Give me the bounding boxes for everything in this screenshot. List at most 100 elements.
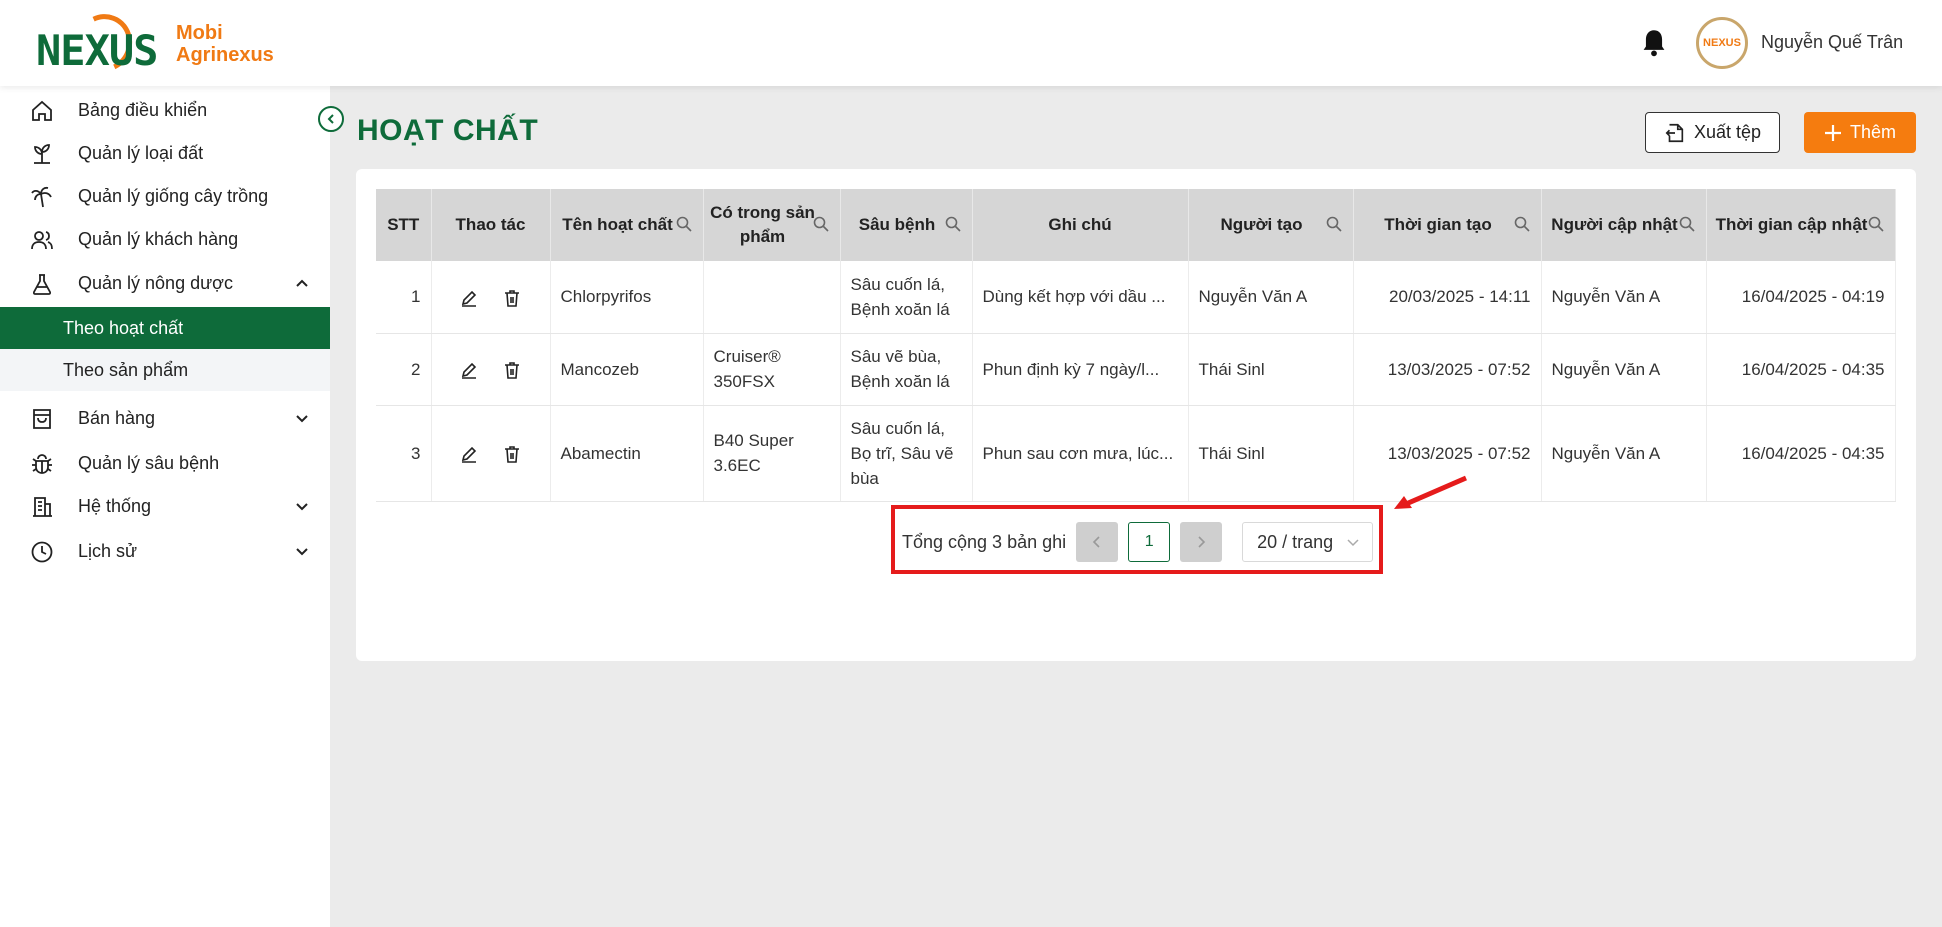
sidebar-item-pests[interactable]: Quản lý sâu bệnh	[0, 443, 330, 483]
cell-updated: 16/04/2025 - 04:19	[1706, 261, 1896, 334]
sidebar-item-label: Quản lý khách hàng	[78, 228, 239, 249]
user-name[interactable]: Nguyễn Quế Trân	[1761, 32, 1903, 53]
cell-updated: 16/04/2025 - 04:35	[1706, 405, 1896, 502]
bell-icon[interactable]	[1640, 28, 1668, 58]
column-header: Tên hoạt chất	[550, 189, 704, 261]
avatar[interactable]: NEXUS	[1696, 17, 1748, 69]
annotation-arrow-icon	[1394, 475, 1467, 509]
search-icon[interactable]	[1678, 215, 1696, 233]
cell-product: B40 Super 3.6EC	[703, 405, 841, 502]
search-icon[interactable]	[1867, 215, 1885, 233]
sidebar-subitem-active-ingredient[interactable]: Theo hoạt chất	[0, 307, 330, 349]
cell-name: Chlorpyrifos	[550, 261, 704, 334]
sidebar-collapse-button[interactable]	[318, 106, 344, 132]
sidebar-item-label: Bán hàng	[78, 407, 156, 428]
sidebar-item-system[interactable]: Hệ thống	[0, 486, 330, 526]
cell-stt: 1	[376, 261, 432, 334]
sidebar-subitem-label: Theo sản phẩm	[63, 359, 189, 380]
cell-pest: Sâu vẽ bùa, Bệnh xoăn lá	[840, 333, 973, 406]
sidebar-subitem-product[interactable]: Theo sản phẩm	[0, 349, 330, 391]
sidebar-item-pesticides[interactable]: Quản lý nông dược	[0, 263, 330, 303]
column-header: Thao tác	[431, 189, 551, 261]
chevron-down-icon	[296, 415, 308, 423]
column-header: STT	[376, 189, 432, 261]
edit-icon[interactable]	[459, 288, 479, 308]
edit-icon[interactable]	[459, 360, 479, 380]
cell-product: Cruiser® 350FSX	[703, 333, 841, 406]
cell-created: 13/03/2025 - 07:52	[1353, 333, 1542, 406]
cell-updater: Nguyễn Văn A	[1541, 333, 1707, 406]
sidebar-item-sales[interactable]: Bán hàng	[0, 398, 330, 438]
search-icon[interactable]	[944, 215, 962, 233]
palm-icon	[31, 186, 52, 208]
sidebar-item-label: Quản lý giống cây trồng	[78, 185, 269, 206]
cell-name: Mancozeb	[550, 333, 704, 406]
column-header: Thời gian cập nhật	[1706, 189, 1896, 261]
cell-creator: Thái Sinl	[1188, 405, 1354, 502]
sidebar-item-dashboard[interactable]: Bảng điều khiển	[0, 90, 330, 130]
cell-actions	[431, 333, 551, 406]
chevron-down-icon	[296, 503, 308, 511]
cell-name: Abamectin	[550, 405, 704, 502]
page-title: HOẠT CHẤT	[357, 114, 539, 147]
trash-icon[interactable]	[502, 444, 522, 464]
sidebar-item-history[interactable]: Lịch sử	[0, 531, 330, 571]
cell-note: Dùng kết hợp với dầu ...	[972, 261, 1189, 334]
app-logo[interactable]: NEXUS Mobi Agrinexus	[36, 6, 274, 80]
top-header: NEXUS Mobi Agrinexus NEXUS Nguyễn Quế Tr…	[0, 0, 1942, 86]
search-icon[interactable]	[1325, 215, 1343, 233]
bag-icon	[33, 409, 51, 429]
sidebar-subitem-label: Theo hoạt chất	[63, 317, 184, 338]
search-icon[interactable]	[812, 215, 830, 233]
highlight-box	[891, 505, 1383, 574]
file-export-icon	[1665, 123, 1684, 142]
sidebar-item-label: Hệ thống	[78, 495, 152, 516]
search-icon[interactable]	[1513, 215, 1531, 233]
export-button[interactable]: Xuất tệp	[1645, 112, 1780, 153]
trash-icon[interactable]	[502, 288, 522, 308]
table-row[interactable]: 3 Abamectin B40 Super 3.6EC Sâu cuốn lá,…	[376, 405, 1896, 502]
cell-actions	[431, 261, 551, 334]
column-header: Người cập nhật	[1541, 189, 1707, 261]
cell-creator: Thái Sinl	[1188, 333, 1354, 406]
cell-created: 20/03/2025 - 14:11	[1353, 261, 1542, 334]
home-icon	[32, 100, 52, 121]
table-row[interactable]: 1 Chlorpyrifos Sâu cuốn lá, Bệnh xoăn lá…	[376, 261, 1896, 334]
table-header-row: STT Thao tác Tên hoạt chất Có trong sản …	[376, 189, 1896, 261]
chevron-left-icon	[327, 114, 334, 124]
add-button[interactable]: Thêm	[1804, 112, 1916, 153]
sidebar-item-label: Lịch sử	[78, 540, 138, 561]
cell-note: Phun định kỳ 7 ngày/l...	[972, 333, 1189, 406]
cell-stt: 2	[376, 333, 432, 406]
users-icon	[31, 231, 53, 250]
export-button-label: Xuất tệp	[1693, 122, 1762, 142]
flask-icon	[32, 274, 52, 295]
cell-note: Phun sau cơn mưa, lúc...	[972, 405, 1189, 502]
cell-actions	[431, 405, 551, 502]
cell-product	[703, 261, 841, 334]
sidebar-item-soil[interactable]: Quản lý loại đất	[0, 133, 330, 173]
add-button-label: Thêm	[1849, 122, 1896, 142]
chevron-down-icon	[296, 548, 308, 556]
sidebar-item-label: Bảng điều khiển	[78, 99, 208, 120]
edit-icon[interactable]	[459, 444, 479, 464]
cell-stt: 3	[376, 405, 432, 502]
sidebar-item-label: Quản lý loại đất	[78, 142, 204, 163]
trash-icon[interactable]	[502, 360, 522, 380]
column-header: Ghi chú	[972, 189, 1189, 261]
bug-icon	[32, 454, 52, 474]
plus-icon	[1824, 124, 1841, 141]
building-icon	[33, 497, 52, 517]
column-header: Sâu bệnh	[840, 189, 973, 261]
search-icon[interactable]	[675, 215, 693, 233]
cell-updated: 16/04/2025 - 04:35	[1706, 333, 1896, 406]
table-row[interactable]: 2 Mancozeb Cruiser® 350FSX Sâu vẽ bùa, B…	[376, 333, 1896, 406]
column-header: Thời gian tạo	[1353, 189, 1542, 261]
cell-pest: Sâu cuốn lá, Bệnh xoăn lá	[840, 261, 973, 334]
sprout-icon	[34, 144, 50, 164]
sidebar-item-plants[interactable]: Quản lý giống cây trồng	[0, 176, 330, 216]
sidebar-item-customers[interactable]: Quản lý khách hàng	[0, 219, 330, 259]
cell-updater: Nguyễn Văn A	[1541, 261, 1707, 334]
cell-pest: Sâu cuốn lá, Bọ trĩ, Sâu vẽ bùa	[840, 405, 973, 502]
sidebar-item-label: Quản lý sâu bệnh	[78, 452, 220, 473]
